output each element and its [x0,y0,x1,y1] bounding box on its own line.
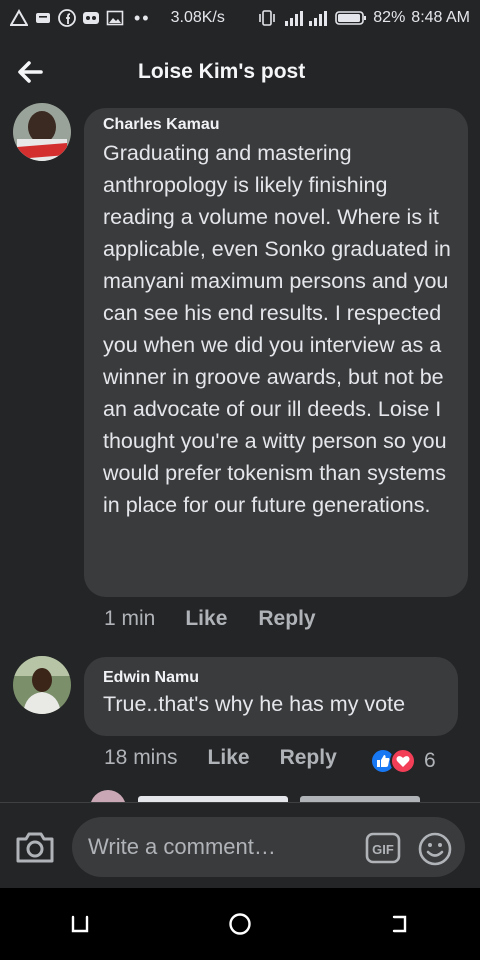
comment-actions: 1 min Like Reply [104,607,316,631]
next-comment-peek [0,788,480,802]
comment-bubble[interactable]: Edwin Namu True..that's why he has my vo… [84,657,458,736]
signal-icon [285,11,328,26]
comment-text: Graduating and mastering anthropology is… [103,141,451,517]
svg-text:GIF: GIF [372,842,394,857]
vibrate-icon [259,10,276,26]
network-speed: 3.08K/s [170,9,225,26]
reply-button[interactable]: Reply [258,607,315,631]
comment-time: 18 mins [104,746,178,769]
battery-icon [335,11,367,25]
system-nav-bar [0,888,480,960]
reply-button[interactable]: Reply [280,746,337,770]
reaction-summary[interactable]: 6 [370,748,436,774]
emoji-icon [418,832,452,866]
avatar-photo [13,656,71,714]
back-nav-icon [392,915,407,933]
page-title: Loise Kim's post [138,60,306,83]
alert-icon [10,9,28,26]
message-icon [36,13,50,23]
avatar-photo [13,103,71,161]
comment-bubble[interactable]: Charles Kamau Graduating and mastering a… [84,108,468,597]
back-arrow-icon [18,61,43,83]
avatar[interactable] [13,103,71,161]
comment-composer: GIF [0,802,480,889]
reaction-count: 6 [424,749,436,772]
camera-icon [16,832,54,863]
battery-percent: 82% [373,9,406,26]
emoji-button[interactable] [418,832,452,866]
back-nav-button[interactable] [380,904,420,944]
cut-off-comment [91,790,420,802]
clock: 8:48 AM [411,9,470,26]
comment-text: True..that's why he has my vote [103,692,406,716]
like-button[interactable]: Like [208,746,250,770]
camera-button[interactable] [14,829,56,865]
status-bar: •• 3.08K/s 82% 8:48 AM [0,0,480,36]
gif-button[interactable]: GIF [365,832,401,864]
recents-icon [71,915,89,933]
more-dots-icon: •• [134,7,151,28]
game-icon [83,12,99,24]
comment-author[interactable]: Charles Kamau [103,116,468,134]
like-button[interactable]: Like [185,607,227,631]
avatar[interactable] [13,656,71,714]
facebook-icon [58,9,76,27]
love-reaction-icon [390,748,416,774]
home-button[interactable] [220,904,260,944]
comment-actions: 18 mins Like Reply [104,746,337,770]
app-bar: Loise Kim's post [0,44,480,100]
recents-button[interactable] [60,904,100,944]
image-icon [106,10,124,26]
gif-icon: GIF [365,832,401,864]
back-button[interactable] [0,44,60,100]
home-icon [229,913,251,935]
comment-input[interactable] [72,817,465,877]
comment-author[interactable]: Edwin Namu [103,669,458,687]
comment-time: 1 min [104,607,156,630]
